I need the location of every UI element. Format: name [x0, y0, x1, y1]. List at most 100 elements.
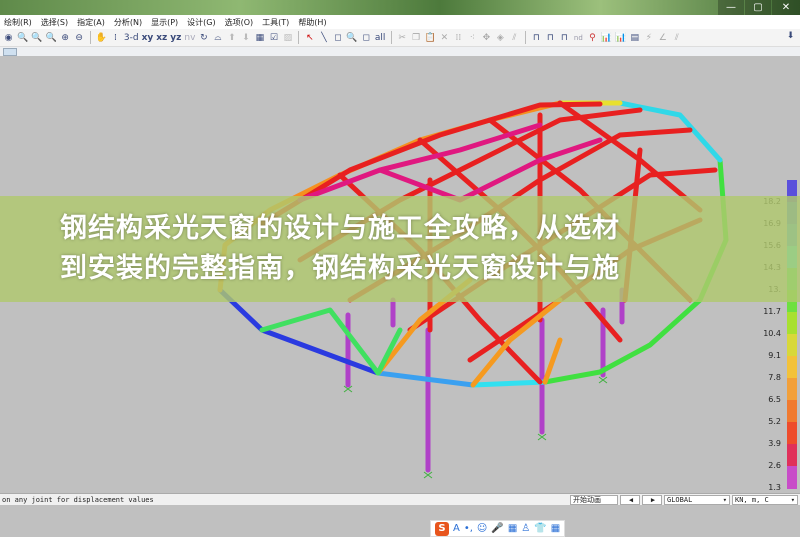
zoom-in-icon[interactable]: ⊕: [60, 32, 71, 44]
select-window-icon[interactable]: ◻: [332, 32, 343, 44]
divide-icon[interactable]: ⁖: [467, 32, 478, 44]
legend-swatch: [787, 356, 797, 379]
separator: [524, 31, 526, 44]
view-3d-button[interactable]: 3-d: [124, 32, 139, 44]
rotate-object-icon[interactable]: ◈: [495, 32, 506, 44]
grid-icon[interactable]: ▦: [254, 32, 265, 44]
snap-icon[interactable]: ⁞: [110, 32, 121, 44]
menu-analyze[interactable]: 分析(N): [114, 17, 142, 28]
options-icon[interactable]: ▨: [282, 32, 293, 44]
down-arrow-icon[interactable]: ⬇: [240, 32, 251, 44]
ime-skin-icon[interactable]: 👕: [534, 523, 546, 534]
diag-green: [259, 307, 381, 376]
perspective-icon[interactable]: ⌓: [212, 32, 223, 44]
menu-select[interactable]: 选择(S): [41, 17, 68, 28]
close-button[interactable]: ✕: [772, 0, 800, 15]
prev-button[interactable]: ◀: [620, 495, 640, 505]
ime-voice-icon[interactable]: 🎤: [491, 523, 503, 534]
toolbar: ◉ 🔍 🔍 🔍 ⊕ ⊖ ✋ ⁞ 3-d xy xz yz nv ↻ ⌓ ⬆ ⬇ …: [0, 29, 800, 47]
frame3-icon[interactable]: ⊓: [559, 32, 570, 44]
menu-help[interactable]: 帮助(H): [298, 17, 326, 28]
run-icon[interactable]: ◉: [3, 32, 14, 44]
frame-icon[interactable]: ⊓: [531, 32, 542, 44]
checkbox-icon[interactable]: ☑: [268, 32, 279, 44]
pan-icon[interactable]: ✋: [96, 32, 107, 44]
view-tabs: [0, 47, 800, 56]
status-message: on any joint for displacement values: [2, 496, 154, 504]
paste-icon[interactable]: 📋: [425, 32, 436, 44]
menu-tools[interactable]: 工具(T): [262, 17, 289, 28]
menu-assign[interactable]: 指定(A): [77, 17, 105, 28]
ime-emoji-icon[interactable]: ☺: [477, 523, 487, 534]
separator: [390, 31, 392, 44]
select-all-button[interactable]: all: [375, 32, 386, 44]
zoom-fit-icon[interactable]: 🔍: [31, 32, 42, 44]
download-icon[interactable]: ⬇: [785, 30, 796, 42]
legend-label: 1.3: [768, 483, 781, 492]
lightning-icon[interactable]: ⚡: [643, 32, 654, 44]
menu-options[interactable]: 选项(O): [225, 17, 254, 28]
legend-label: 11.7: [763, 307, 781, 316]
delete-icon[interactable]: ✕: [439, 32, 450, 44]
menu-draw[interactable]: 绘制(R): [4, 17, 32, 28]
separator: [298, 31, 300, 44]
ime-logo-icon[interactable]: S: [435, 521, 449, 536]
support-icon: [537, 433, 547, 441]
minimize-button[interactable]: —: [718, 0, 744, 15]
window-titlebar: — ▢ ✕: [0, 0, 800, 15]
rotate-icon[interactable]: ↻: [198, 32, 209, 44]
ime-punct-icon[interactable]: •,: [464, 523, 473, 534]
table-icon[interactable]: ▤: [629, 32, 640, 44]
legend-label: 7.8: [768, 373, 781, 382]
legend-swatch: [787, 466, 797, 489]
units-select[interactable]: KN, m, C ▾: [732, 495, 798, 505]
search-icon[interactable]: 🔍: [346, 32, 357, 44]
up-arrow-icon[interactable]: ⬆: [226, 32, 237, 44]
chart-icon[interactable]: 📊: [601, 32, 612, 44]
view-xz-button[interactable]: xz: [156, 32, 167, 44]
view-yz-button[interactable]: yz: [170, 32, 181, 44]
overlay-line-2: 到安装的完整指南，钢结构采光天窗设计与施: [60, 253, 620, 284]
section-icon[interactable]: ⫽: [671, 32, 682, 44]
replicate-icon[interactable]: ⁞⁞: [453, 32, 464, 44]
copy-icon[interactable]: ❐: [411, 32, 422, 44]
ring-blue: [217, 287, 381, 376]
frame2-icon[interactable]: ⊓: [545, 32, 556, 44]
legend-label: 2.6: [768, 461, 781, 470]
select-pointer-icon[interactable]: ↖: [304, 32, 315, 44]
coord-system-select[interactable]: GLOBAL ▾: [664, 495, 730, 505]
legend-swatch: [787, 400, 797, 423]
legend-label: 9.1: [768, 351, 781, 360]
cut-icon[interactable]: ✂: [397, 32, 408, 44]
menu-design[interactable]: 设计(G): [187, 17, 215, 28]
diag-orange: [542, 337, 563, 385]
view-nv-button[interactable]: nv: [184, 32, 195, 44]
ime-toolbar: S A •, ☺ 🎤 ▦ ♙ 👕 ▦: [430, 520, 566, 537]
ime-user-icon[interactable]: ♙: [521, 523, 530, 534]
nd-button[interactable]: nd: [573, 32, 584, 44]
zoom-out-icon[interactable]: ⊖: [74, 32, 85, 44]
coord-system-value: GLOBAL: [667, 496, 693, 504]
view-tab[interactable]: [3, 48, 17, 56]
menu-bar: 绘制(R) 选择(S) 指定(A) 分析(N) 显示(P) 设计(G) 选项(O…: [0, 15, 800, 29]
next-button[interactable]: ▶: [642, 495, 662, 505]
chart2-icon[interactable]: 📊: [615, 32, 626, 44]
overlay-line-1: 钢结构采光天窗的设计与施工全攻略，从选材: [60, 213, 620, 244]
joint-icon[interactable]: ⚲: [587, 32, 598, 44]
start-animation-button[interactable]: 开始动画: [570, 495, 618, 505]
move-icon[interactable]: ✥: [481, 32, 492, 44]
view-xy-button[interactable]: xy: [142, 32, 154, 44]
ime-menu-icon[interactable]: ▦: [551, 523, 560, 534]
menu-display[interactable]: 显示(P): [151, 17, 178, 28]
legend-label: 10.4: [763, 329, 781, 338]
maximize-button[interactable]: ▢: [745, 0, 771, 15]
zoom-window-icon[interactable]: 🔍: [17, 32, 28, 44]
clear-icon[interactable]: ◻: [361, 32, 372, 44]
ime-lang-icon[interactable]: A: [453, 523, 460, 534]
extrude-icon[interactable]: ⫽: [509, 32, 520, 44]
ime-keyboard-icon[interactable]: ▦: [508, 523, 517, 534]
angle-icon[interactable]: ∠: [657, 32, 668, 44]
zoom-previous-icon[interactable]: 🔍: [45, 32, 56, 44]
legend-swatch: [787, 378, 797, 401]
select-line-icon[interactable]: ╲: [318, 32, 329, 44]
